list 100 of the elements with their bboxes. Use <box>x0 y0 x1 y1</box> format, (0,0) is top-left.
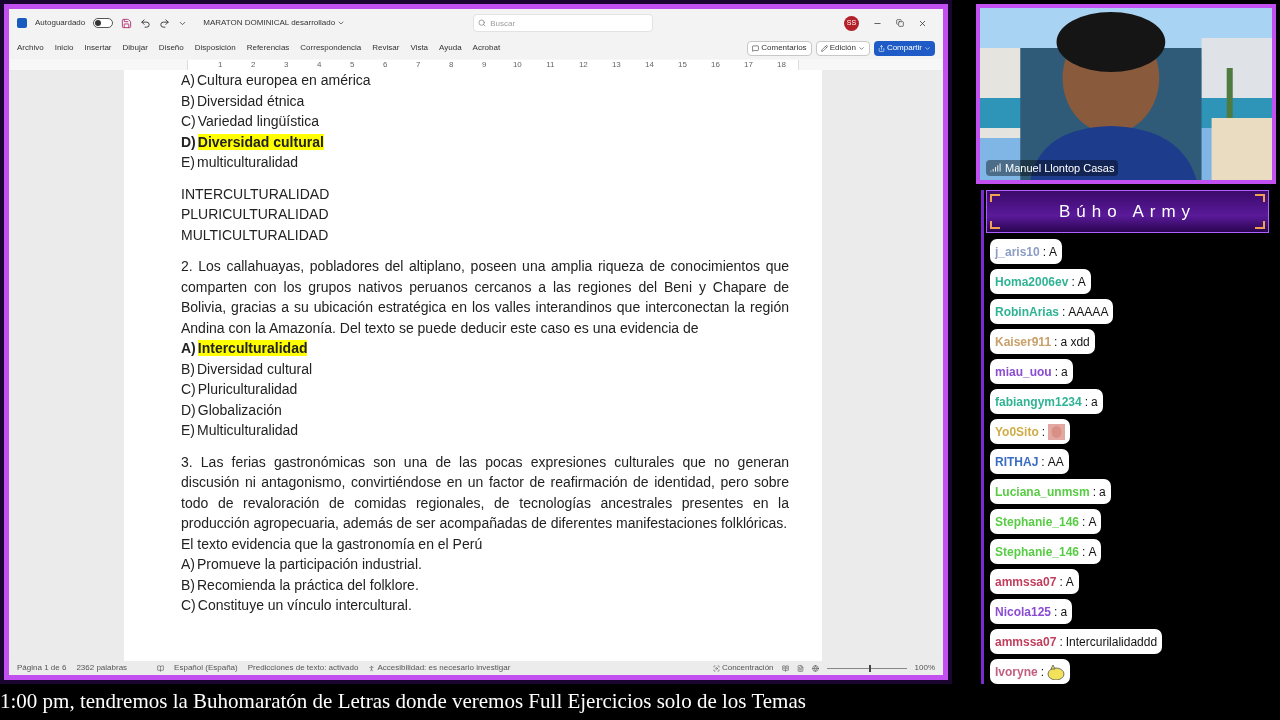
emote-icon <box>1048 423 1066 440</box>
chat-separator: : <box>1054 603 1058 621</box>
chat-username: Nicola125 <box>995 603 1052 621</box>
word-count: 2362 palabras <box>76 662 128 674</box>
search-field[interactable]: Buscar <box>473 14 654 32</box>
chat-username: Yo0Sito <box>995 423 1039 441</box>
chat-separator: : <box>1042 243 1047 261</box>
answer-option: A)Promueve la participación industrial. <box>181 554 789 575</box>
chat-separator: : <box>1054 333 1058 351</box>
print-layout-icon[interactable] <box>796 664 804 672</box>
news-ticker: 1:00 pm, tendremos la Buhomaratón de Letras donde veremos Full Ejercicios solo de los Temas <box>0 688 806 716</box>
accessibility-icon <box>368 664 376 672</box>
answer-option: A)Interculturalidad <box>181 338 789 359</box>
ribbon-tab[interactable]: Dibujar <box>122 42 148 54</box>
chat-separator: : <box>1059 633 1063 651</box>
ribbon-tab[interactable]: Ayuda <box>439 42 462 54</box>
chat-separator: : <box>1062 303 1066 321</box>
chat-text: a xdd <box>1060 333 1090 351</box>
chat-text: A <box>1065 573 1074 591</box>
focus-icon <box>712 664 720 672</box>
answer-option: C)Variedad lingüística <box>181 111 789 132</box>
chat-text: AA <box>1047 453 1064 471</box>
signal-icon <box>990 162 1001 174</box>
answer-option: D)Diversidad cultural <box>181 131 789 152</box>
chat-username: ammssa07 <box>995 573 1057 591</box>
comment-icon <box>752 44 760 52</box>
save-icon[interactable] <box>121 17 133 29</box>
ribbon-tab[interactable]: Vista <box>410 42 429 54</box>
chat-separator: : <box>1059 573 1063 591</box>
chat-username: RITHAJ <box>995 453 1039 471</box>
chat-separator: : <box>1082 543 1086 561</box>
focus-mode[interactable]: Concentración <box>721 662 774 674</box>
chat-text: a <box>1099 483 1106 501</box>
ribbon-tab[interactable]: Acrobat <box>472 42 501 54</box>
chat-text: A <box>1077 273 1086 291</box>
ribbon-tab[interactable]: Inicio <box>54 42 74 54</box>
chat-text: a <box>1060 603 1068 621</box>
toolbar-button[interactable]: Comentarios <box>747 40 812 56</box>
autosave-toggle[interactable] <box>93 18 114 28</box>
chat-separator: : <box>1084 393 1089 411</box>
corner-bracket <box>1255 194 1265 202</box>
ribbon-tab[interactable]: Insertar <box>84 42 112 54</box>
ribbon-tab[interactable]: Archivo <box>17 42 44 54</box>
ribbon-tab[interactable]: Referencias <box>246 42 290 54</box>
answer-option: A)Cultura europea en américa <box>181 70 789 91</box>
language-status[interactable]: Español (España) <box>174 662 238 674</box>
chat-text: AAAAA <box>1068 303 1109 321</box>
participant-name: Manuel Llontop Casas <box>1005 160 1115 176</box>
autosave-label: Autoguardado <box>35 17 86 29</box>
undo-icon[interactable] <box>140 17 152 29</box>
redo-icon[interactable] <box>159 17 171 29</box>
document-line: El texto evidencia que la gastronomía en el Perú <box>181 534 484 554</box>
proofing-icon[interactable] <box>157 664 165 672</box>
ribbon-tab[interactable]: Revisar <box>372 42 400 54</box>
zoom-thumb[interactable] <box>869 664 872 672</box>
chat-separator: : <box>1040 663 1045 681</box>
corner-bracket <box>990 221 1000 229</box>
chat-separator: : <box>1082 513 1086 531</box>
ribbon-tab[interactable]: Diseño <box>158 42 184 54</box>
zoom-level: 100% <box>914 662 935 674</box>
chat-username: Stephanie_146 <box>995 543 1080 561</box>
search-icon <box>478 19 487 27</box>
chat-text: A <box>1088 543 1097 561</box>
document-line: PLURICULTURALIDAD <box>181 205 330 224</box>
document-title[interactable]: MARATON DOMINICAL desarrollado <box>203 17 346 29</box>
chat-separator: : <box>1041 453 1045 471</box>
restore-icon[interactable] <box>896 19 904 27</box>
web-layout-icon[interactable] <box>811 664 819 672</box>
answer-option: E)multiculturalidad <box>181 152 789 173</box>
chat-separator: : <box>1092 483 1097 501</box>
chat-username: fabiangym1234 <box>995 393 1082 411</box>
chat-username: Kaiser911 <box>995 333 1052 351</box>
app-icon <box>17 18 27 28</box>
chevron-icon <box>924 44 931 52</box>
chat-text: A <box>1049 243 1058 261</box>
pencil-icon <box>820 44 828 52</box>
close-icon[interactable] <box>918 18 927 28</box>
answer-option: C)Constituye un vínculo intercultural. <box>181 595 789 616</box>
toolbar-button[interactable]: Compartir <box>873 40 935 56</box>
chat-username: Stephanie_146 <box>995 513 1080 531</box>
ruler: 1 2 3 4 5 6 7 8 9 10 11 12 13 14 15 16 17 18 <box>187 59 799 70</box>
answer-option: B)Recomienda la práctica del folklore. <box>181 574 789 595</box>
share-icon <box>877 44 885 52</box>
chat-username: Ivoryne <box>995 663 1038 681</box>
predictions-status[interactable]: Predicciones de texto: activado <box>247 662 359 674</box>
chat-username: ammssa07 <box>995 633 1057 651</box>
chat-username: miau_uou <box>995 363 1052 381</box>
answer-option: B)Diversidad cultural <box>181 358 789 379</box>
ribbon-tab[interactable]: Disposición <box>194 42 236 54</box>
corner-bracket <box>990 194 1000 202</box>
chat-separator: : <box>1054 363 1058 381</box>
read-mode-icon[interactable] <box>781 664 789 672</box>
chat-title: Búho Army <box>1058 200 1197 223</box>
toolbar-button[interactable]: Edición <box>815 40 870 56</box>
ribbon-tab[interactable]: Correspondencia <box>300 42 362 54</box>
chat-username: j_aris10 <box>995 243 1040 261</box>
page-count: Página 1 de 6 <box>17 662 67 674</box>
chat-separator: : <box>1071 273 1075 291</box>
chat-text: A <box>1088 513 1097 531</box>
accessibility-status[interactable]: Accesibilidad: es necesario investigar <box>377 662 511 674</box>
